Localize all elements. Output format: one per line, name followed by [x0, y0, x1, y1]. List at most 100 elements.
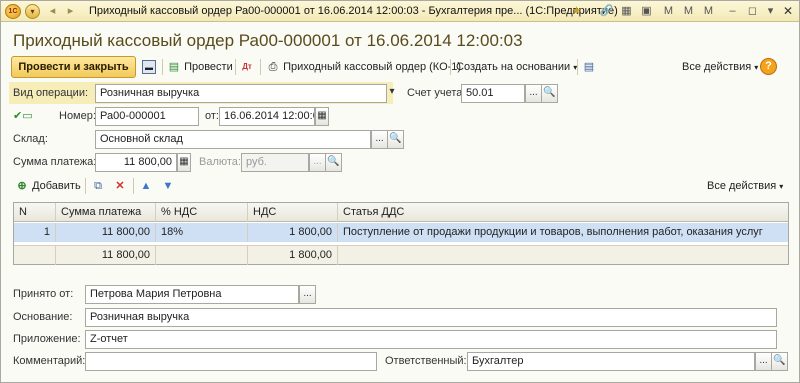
- amount-label: Сумма платежа:: [13, 156, 97, 168]
- total-amount: 11 800,00: [56, 246, 156, 265]
- print-form-button[interactable]: ⎙ Приходный кассовый ордер (КО-1): [266, 58, 462, 76]
- add-icon: ⊕: [17, 180, 27, 193]
- amount-field[interactable]: 11 800,00: [95, 153, 177, 172]
- window-title: Приходный кассовый ордер Ра00-000001 от …: [89, 5, 618, 17]
- app-logo-icon[interactable]: 1С: [5, 4, 21, 19]
- basis-label: Основание:: [13, 311, 73, 323]
- basis-field[interactable]: Розничная выручка: [85, 308, 777, 327]
- delete-row-button[interactable]: ✕: [113, 177, 127, 195]
- printer-icon: ⎙: [268, 61, 278, 74]
- all-actions-label: Все действия: [682, 61, 752, 73]
- close-icon[interactable]: ✕: [780, 4, 796, 19]
- table-all-actions-label: Все действия: [707, 180, 777, 192]
- table-all-actions-button[interactable]: Все действия ▾: [707, 177, 783, 195]
- favorite-star-icon[interactable]: ★: [569, 4, 584, 19]
- arrow-up-icon: ▲: [140, 180, 152, 193]
- currency-field: руб.: [241, 153, 309, 172]
- operation-type-dropdown-icon[interactable]: ▾: [387, 84, 397, 103]
- copy-row-button[interactable]: ⧉: [91, 177, 105, 195]
- cell-vat[interactable]: 1 800,00: [248, 223, 338, 242]
- forward-arrow-icon[interactable]: ▸: [63, 4, 78, 19]
- calculator-icon[interactable]: ▦: [619, 4, 634, 19]
- responsible-label: Ответственный:: [385, 355, 467, 367]
- memory-minus-icon[interactable]: M: [701, 4, 716, 19]
- cell-vat-rate[interactable]: 18%: [156, 223, 248, 242]
- comment-label: Комментарий:: [13, 355, 86, 367]
- table-header: N Сумма платежа % НДС НДС Статья ДДС: [14, 203, 788, 222]
- account-select-button[interactable]: ...: [525, 84, 542, 103]
- link-icon[interactable]: 🔗: [599, 4, 614, 19]
- received-from-field[interactable]: Петрова Мария Петровна: [85, 285, 299, 304]
- footer-empty-cell: [14, 246, 56, 265]
- number-field[interactable]: Ра00-000001: [95, 107, 199, 126]
- post-button-label: Провести: [184, 61, 233, 73]
- command-bar: Провести и закрыть ▬ ▤ Провести Дт ⎙ При…: [11, 56, 791, 78]
- table-row[interactable]: 1 11 800,00 18% 1 800,00 Поступление от …: [14, 223, 788, 242]
- add-row-button[interactable]: ⊕ Добавить: [15, 177, 81, 195]
- cell-cashflow-item[interactable]: Поступление от продажи продукции и товар…: [338, 223, 788, 242]
- cell-n[interactable]: 1: [14, 223, 56, 242]
- document-window: 1С ▾ ◂ ▸ Приходный кассовый ордер Ра00-0…: [0, 0, 800, 383]
- dropdown-icon[interactable]: ▾: [763, 4, 778, 19]
- chevron-down-icon: ▾: [754, 63, 759, 72]
- move-down-button[interactable]: ▼: [161, 177, 175, 195]
- back-arrow-icon[interactable]: ◂: [45, 4, 60, 19]
- calendar-icon[interactable]: ▦: [315, 107, 329, 126]
- currency-label: Валюта:: [199, 156, 241, 168]
- add-row-label: Добавить: [32, 180, 81, 192]
- create-based-on-label: Создать на основании: [456, 61, 571, 73]
- save-button[interactable]: ▬: [142, 58, 156, 76]
- chevron-down-icon: ▾: [779, 182, 784, 191]
- column-header-n[interactable]: N: [14, 203, 56, 222]
- date-field[interactable]: 16.06.2014 12:00:03: [219, 107, 315, 126]
- warehouse-label: Склад:: [13, 133, 48, 145]
- footer-empty-cell: [156, 246, 248, 265]
- comment-field[interactable]: [85, 352, 377, 371]
- dt-kt-icon: Дт: [242, 62, 252, 72]
- responsible-search-icon[interactable]: 🔍: [771, 352, 788, 371]
- report-button[interactable]: ▤: [582, 58, 596, 76]
- movements-button[interactable]: Дт: [240, 58, 254, 76]
- account-field[interactable]: 50.01: [461, 84, 525, 103]
- cell-amount[interactable]: 11 800,00: [56, 223, 156, 242]
- column-header-vat[interactable]: НДС: [248, 203, 338, 222]
- post-document-icon: ▤: [168, 61, 180, 74]
- all-actions-button[interactable]: Все действия ▾: [682, 58, 758, 76]
- table-footer-totals: 11 800,00 1 800,00: [14, 245, 788, 265]
- title-bar: 1С ▾ ◂ ▸ Приходный кассовый ордер Ра00-0…: [1, 1, 799, 22]
- calculator-icon[interactable]: ▦: [177, 153, 191, 172]
- report-icon: ▤: [583, 61, 595, 74]
- main-menu-icon[interactable]: ▾: [25, 4, 40, 19]
- attachment-field[interactable]: Z-отчет: [85, 330, 777, 349]
- number-label: Номер:: [59, 110, 96, 122]
- document-title: Приходный кассовый ордер Ра00-000001 от …: [13, 31, 523, 50]
- memory-plus-icon[interactable]: M: [681, 4, 696, 19]
- minimize-icon[interactable]: ‒: [725, 4, 740, 19]
- post-and-close-button[interactable]: Провести и закрыть: [11, 56, 136, 78]
- calendar-icon[interactable]: ▣: [639, 4, 654, 19]
- responsible-select-button[interactable]: ...: [755, 352, 772, 371]
- column-header-vat-rate[interactable]: % НДС: [156, 203, 248, 222]
- attachment-label: Приложение:: [13, 333, 81, 345]
- total-vat: 1 800,00: [248, 246, 338, 265]
- warehouse-search-icon[interactable]: 🔍: [387, 130, 404, 149]
- column-header-amount[interactable]: Сумма платежа: [56, 203, 156, 222]
- received-from-select-button[interactable]: ...: [299, 285, 316, 304]
- arrow-down-icon: ▼: [162, 180, 174, 193]
- restore-icon[interactable]: ◻: [745, 4, 760, 19]
- table-command-bar: ⊕ Добавить ⧉ ✕ ▲ ▼ Все действия ▾: [13, 177, 789, 197]
- warehouse-field[interactable]: Основной склад: [95, 130, 371, 149]
- post-button[interactable]: ▤ Провести: [167, 58, 233, 76]
- responsible-field[interactable]: Бухгалтер: [467, 352, 755, 371]
- print-form-label: Приходный кассовый ордер (КО-1): [283, 61, 462, 73]
- move-up-button[interactable]: ▲: [139, 177, 153, 195]
- posted-status-icon: ✔▭: [13, 110, 33, 122]
- create-based-on-button[interactable]: Создать на основании ▾: [456, 58, 577, 76]
- help-icon[interactable]: ?: [760, 58, 777, 75]
- account-search-icon[interactable]: 🔍: [541, 84, 558, 103]
- column-header-cashflow-item[interactable]: Статья ДДС: [338, 203, 788, 222]
- warehouse-select-button[interactable]: ...: [371, 130, 388, 149]
- operation-type-field[interactable]: Розничная выручка: [95, 84, 387, 103]
- memory-icon[interactable]: M: [661, 4, 676, 19]
- payment-table[interactable]: N Сумма платежа % НДС НДС Статья ДДС 1 1…: [13, 202, 789, 265]
